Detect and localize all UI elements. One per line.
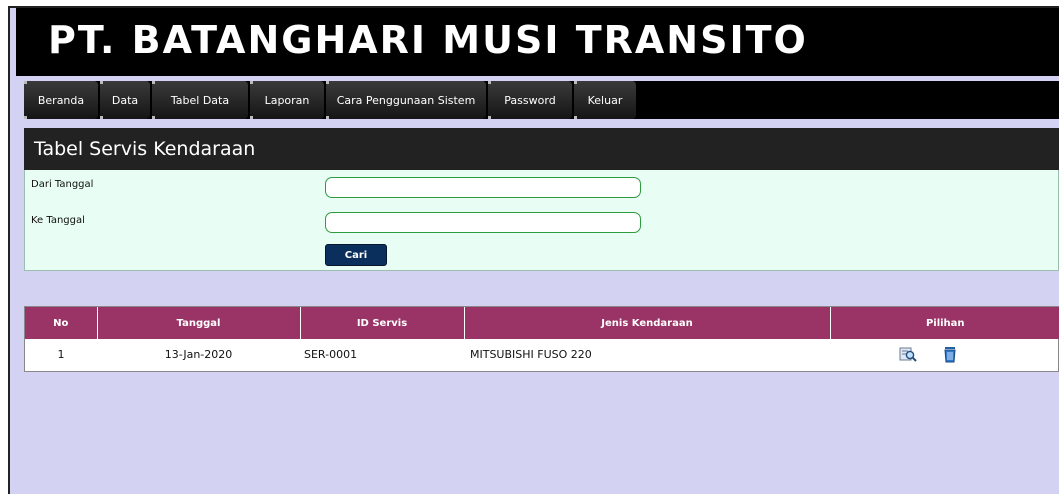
from-date-input[interactable]: [325, 177, 641, 198]
trash-icon[interactable]: [941, 345, 959, 363]
to-date-input[interactable]: [325, 212, 641, 233]
nav-beranda[interactable]: Beranda: [24, 81, 98, 119]
site-banner: PT. BATANGHARI MUSI TRANSITO: [16, 8, 1059, 76]
cell-no: 1: [57, 347, 65, 361]
nav-password[interactable]: Password: [488, 81, 572, 119]
nav-cara-penggunaan[interactable]: Cara Penggunaan Sistem: [326, 81, 486, 119]
cell-actions: [830, 339, 1059, 369]
cell-jenis-kendaraan: MITSUBISHI FUSO 220: [470, 347, 592, 361]
view-icon[interactable]: [899, 345, 917, 363]
header-no: No: [25, 307, 98, 339]
header-jenis-kendaraan: Jenis Kendaraan: [464, 307, 831, 339]
nav-laporan[interactable]: Laporan: [250, 81, 324, 119]
search-button[interactable]: Cari: [325, 244, 387, 266]
cell-tanggal: 13-Jan-2020: [164, 347, 233, 361]
main-nav: Beranda Data Tabel Data Laporan Cara Pen…: [24, 81, 1059, 119]
service-table: No Tanggal ID Servis Jenis Kendaraan Pil…: [24, 306, 1059, 372]
header-tanggal: Tanggal: [97, 307, 301, 339]
site-title: PT. BATANGHARI MUSI TRANSITO: [48, 18, 808, 62]
cell-id-servis: SER-0001: [304, 347, 358, 361]
table-row: 1 13-Jan-2020 SER-0001 MITSUBISHI FUSO 2…: [25, 339, 1059, 369]
nav-tabel-data[interactable]: Tabel Data: [152, 81, 248, 119]
from-date-label: Dari Tanggal: [31, 179, 94, 190]
nav-keluar[interactable]: Keluar: [574, 81, 636, 119]
search-form: Dari Tanggal Ke Tanggal Cari: [24, 170, 1059, 271]
panel-title: Tabel Servis Kendaraan: [24, 128, 1059, 170]
header-pilihan: Pilihan: [830, 307, 1059, 339]
header-id-servis: ID Servis: [300, 307, 465, 339]
table-header-row: No Tanggal ID Servis Jenis Kendaraan Pil…: [25, 307, 1059, 339]
nav-data[interactable]: Data: [100, 81, 150, 119]
to-date-label: Ke Tanggal: [31, 215, 85, 226]
